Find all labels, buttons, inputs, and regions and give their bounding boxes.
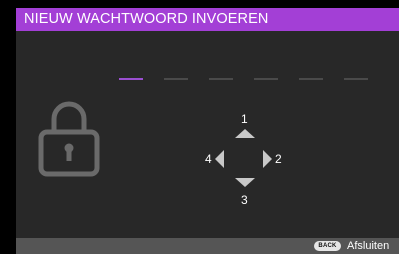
back-key-badge[interactable]: BACK	[314, 241, 341, 251]
triangle-right-icon[interactable]	[263, 150, 272, 168]
left-digit-label: 4	[205, 152, 212, 166]
triangle-down-icon[interactable]	[235, 178, 255, 187]
password-dialog: NIEUW WACHTWOORD INVOEREN 1 4 2 3 BACK A…	[16, 8, 399, 254]
digit-navigation-pad: 1 4 2 3	[16, 8, 399, 240]
exit-label: Afsluiten	[347, 240, 390, 252]
triangle-left-icon[interactable]	[215, 150, 224, 168]
right-digit-label: 2	[275, 152, 282, 166]
down-digit-label: 3	[241, 193, 248, 207]
triangle-up-icon[interactable]	[235, 129, 255, 138]
dialog-footer: BACK Afsluiten	[16, 238, 399, 254]
up-digit-label: 1	[241, 112, 248, 126]
